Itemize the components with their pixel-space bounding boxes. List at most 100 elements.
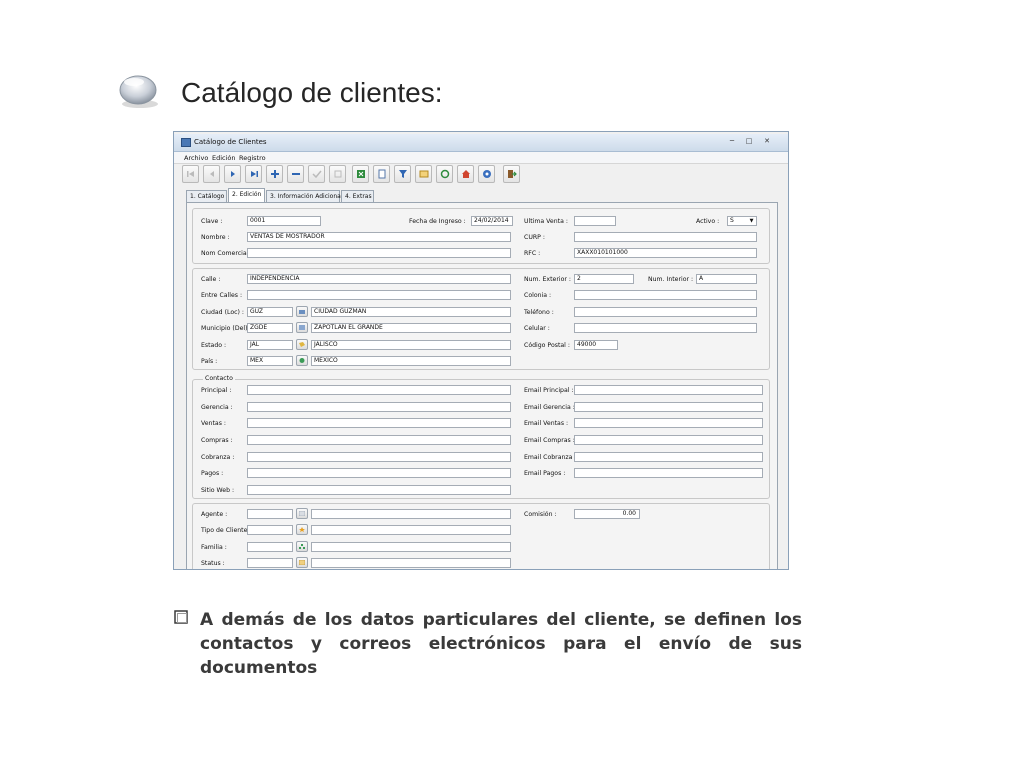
maximize-button[interactable]: □ [742,137,756,147]
agente-lookup-button[interactable] [296,508,308,519]
cancel-button[interactable] [329,165,346,183]
exit-button[interactable] [503,165,520,183]
municipio-code-field[interactable]: ZGDE [247,323,293,333]
email-gerencia-field[interactable] [574,402,763,412]
checkbox-bullet-icon [174,610,188,624]
colonia-field[interactable] [574,290,757,300]
menu-archivo[interactable]: Archivo [184,154,208,162]
cancel-icon [334,170,342,178]
confirm-button[interactable] [308,165,325,183]
gerencia-label: Gerencia : [201,404,233,411]
confirm-icon [312,170,322,179]
pais-lookup-button[interactable] [296,355,308,366]
colonia-label: Colonia : [524,292,552,299]
familia-name-field [311,542,511,552]
familia-lookup-button[interactable] [296,541,308,552]
familia-code-field[interactable] [247,542,293,552]
exit-icon [508,170,517,178]
municipio-lookup-button[interactable] [296,322,308,333]
export-excel-button[interactable] [352,165,369,183]
agente-name-field [311,509,511,519]
tab-edicion[interactable]: 2. Edición [228,188,265,202]
contact-group: Contacto Principal : Email Principal : G… [192,375,770,499]
compras-field[interactable] [247,435,511,445]
clave-field[interactable]: 0001 [247,216,321,226]
pagos-label: Pagos : [201,470,224,477]
celular-field[interactable] [574,323,757,333]
calle-field[interactable]: INDEPENDENCIA [247,274,511,284]
codigo-postal-field[interactable]: 49000 [574,340,618,350]
entre-calles-field[interactable] [247,290,511,300]
first-record-button[interactable] [182,165,199,183]
nombre-label: Nombre : [201,234,230,241]
ciudad-code-field[interactable]: GUZ [247,307,293,317]
close-button[interactable]: ✕ [760,137,774,147]
gerencia-field[interactable] [247,402,511,412]
comision-field[interactable]: 0.00 [574,509,640,519]
email-gerencia-label: Email Gerencia : [524,404,575,411]
num-exterior-label: Num. Exterior : [524,276,571,283]
curp-field[interactable] [574,232,757,242]
email-compras-field[interactable] [574,435,763,445]
remove-record-button[interactable] [287,165,304,183]
ventas-label: Ventas : [201,420,226,427]
chevron-down-icon: ▼ [749,218,754,224]
next-record-button[interactable] [224,165,241,183]
person-card-icon [299,511,305,516]
map-icon [299,325,305,330]
tipo-cliente-code-field[interactable] [247,525,293,535]
menu-edicion[interactable]: Edición [212,154,236,162]
email-compras-label: Email Compras : [524,437,575,444]
view-button[interactable] [415,165,432,183]
filter-icon [399,170,407,178]
ciudad-lookup-button[interactable] [296,306,308,317]
pais-name-field: MEXICO [311,356,511,366]
email-cobranza-field[interactable] [574,452,763,462]
email-ventas-field[interactable] [574,418,763,428]
agente-code-field[interactable] [247,509,293,519]
nombre-field[interactable]: VENTAS DE MOSTRADOR [247,232,511,242]
status-lookup-button[interactable] [296,557,308,568]
menu-registro[interactable]: Registro [239,154,266,162]
estado-code-field[interactable]: JAL [247,340,293,350]
cobranza-field[interactable] [247,452,511,462]
num-exterior-field[interactable]: 2 [574,274,634,284]
filter-button[interactable] [394,165,411,183]
principal-field[interactable] [247,385,511,395]
ventas-field[interactable] [247,418,511,428]
menubar: Archivo Edición Registro [174,152,788,164]
compras-label: Compras : [201,437,233,444]
minimize-button[interactable]: ─ [725,137,739,147]
copy-button[interactable] [373,165,390,183]
email-pagos-field[interactable] [574,468,763,478]
status-flag-icon [299,560,305,565]
last-record-button[interactable] [245,165,262,183]
ultima-venta-field[interactable] [574,216,616,226]
tab-catalogo[interactable]: 1. Catálogo [186,190,227,202]
window-titlebar: Catálogo de Clientes ─ □ ✕ [174,134,788,152]
tipo-cliente-lookup-button[interactable] [296,524,308,535]
help-button[interactable] [478,165,495,183]
pagos-field[interactable] [247,468,511,478]
estado-lookup-button[interactable] [296,339,308,350]
sitio-web-field[interactable] [247,485,511,495]
num-interior-field[interactable]: A [696,274,757,284]
excel-icon [357,170,365,178]
refresh-button[interactable] [436,165,453,183]
activo-select[interactable]: S ▼ [727,216,757,226]
email-principal-field[interactable] [574,385,763,395]
add-record-button[interactable] [266,165,283,183]
pais-code-field[interactable]: MEX [247,356,293,366]
home-icon [462,170,470,178]
rfc-field[interactable]: XAXX010101000 [574,248,757,258]
prev-record-button[interactable] [203,165,220,183]
activo-value: S [730,217,734,224]
telefono-field[interactable] [574,307,757,317]
home-button[interactable] [457,165,474,183]
fecha-ingreso-field[interactable]: 24/02/2014 [471,216,513,226]
general-group: Clave : 0001 Fecha de Ingreso : 24/02/20… [192,208,770,264]
status-code-field[interactable] [247,558,293,568]
tab-informacion-adicional[interactable]: 3. Información Adicional [266,190,342,202]
nom-comercial-field[interactable] [247,248,511,258]
tab-extras[interactable]: 4. Extras [341,190,374,202]
